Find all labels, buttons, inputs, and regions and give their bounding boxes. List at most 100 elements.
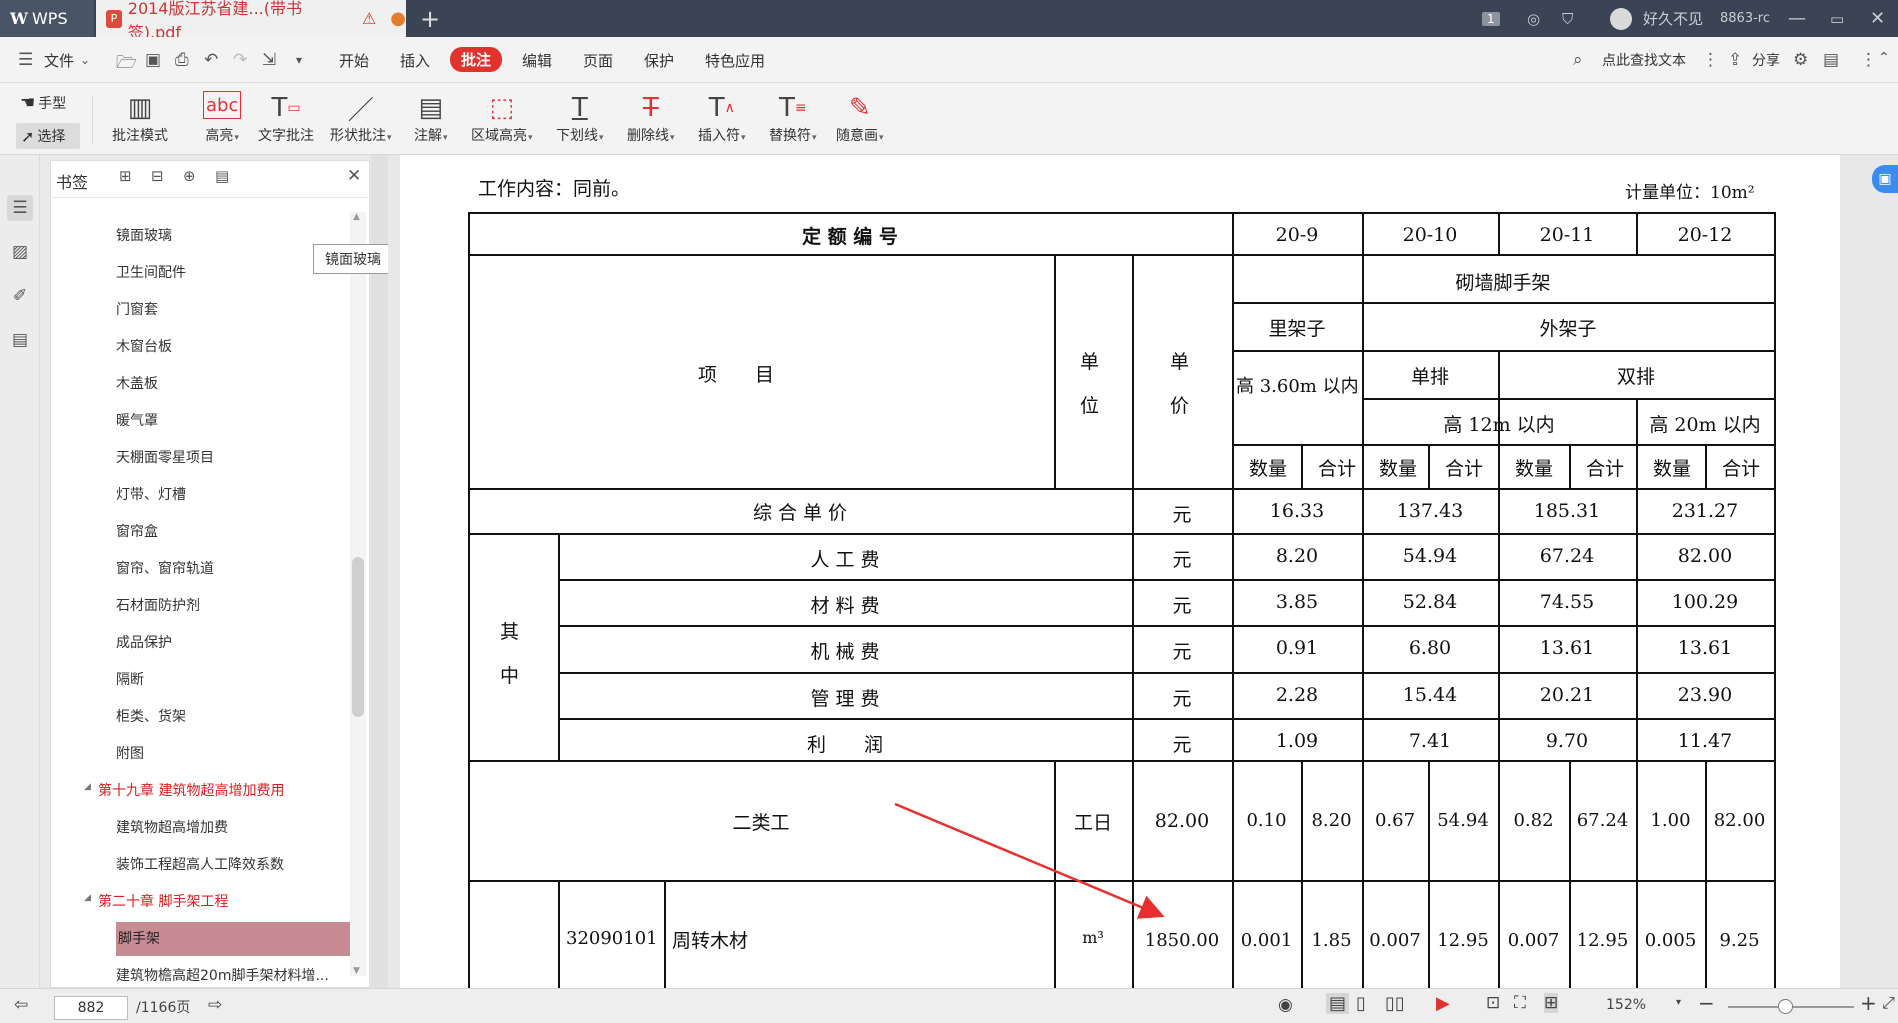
avatar[interactable] xyxy=(1610,0,1632,37)
expand-triangle-icon[interactable]: ◢ xyxy=(84,893,91,903)
menu-annotate[interactable]: 批注 xyxy=(450,47,503,72)
hamburger-icon[interactable]: ☰ xyxy=(18,50,33,70)
bookmark-item[interactable]: 柜类、货架 xyxy=(116,706,186,726)
area-highlight-button[interactable]: ⬚ 区域高亮▾ xyxy=(471,91,533,145)
thumbnail-icon[interactable]: ▨ xyxy=(7,239,33,265)
hand-tool-button[interactable]: ☚ 手型 xyxy=(20,93,66,113)
new-tab-button[interactable]: + xyxy=(420,0,440,37)
freehand-button[interactable]: ✎ 随意画▾ xyxy=(836,91,884,145)
bookmark-item[interactable]: 卫生间配件 xyxy=(116,262,186,282)
bookmark-item[interactable]: 木窗台板 xyxy=(116,336,172,356)
quick-access-dropdown-icon[interactable]: ▾ xyxy=(296,53,302,67)
print-icon[interactable]: ⎙ xyxy=(175,50,189,70)
bookmark-item[interactable]: 门窗套 xyxy=(116,299,158,319)
restore-icon[interactable]: ▭ xyxy=(1830,0,1844,37)
bookmark-item[interactable]: 装饰工程超高人工降效系数 xyxy=(116,854,284,874)
annotation-list-icon[interactable]: ✐ xyxy=(7,283,33,309)
floating-tool-icon[interactable]: ▣ xyxy=(1872,165,1898,193)
menu-page[interactable]: 页面 xyxy=(583,50,613,71)
user-name[interactable]: 好久不见 xyxy=(1643,0,1703,37)
collapse-ribbon-icon[interactable]: ⌃ xyxy=(1878,50,1890,66)
bookmark-item[interactable]: 石材面防护剂 xyxy=(116,595,200,615)
fullscreen-icon[interactable]: ⤢ xyxy=(1882,993,1895,1013)
panel-splitter[interactable] xyxy=(371,155,388,988)
bookmark-item[interactable]: 建筑物檐高超20m脚手架材料增... xyxy=(116,965,329,985)
zoom-out-icon[interactable]: − xyxy=(1698,991,1715,1015)
zoom-slider-thumb[interactable] xyxy=(1778,999,1793,1014)
menu-start[interactable]: 开始 xyxy=(339,50,369,71)
bookmark-item[interactable]: 窗帘、窗帘轨道 xyxy=(116,558,214,578)
open-folder-icon[interactable]: 🗁 xyxy=(116,50,137,79)
bookmark-item[interactable]: 镜面玻璃 xyxy=(116,225,172,245)
actual-size-icon[interactable]: ⊡ xyxy=(1486,993,1500,1013)
continuous-view-icon[interactable]: ▤ xyxy=(1326,993,1350,1014)
select-tool-button[interactable]: ➚ 选择 xyxy=(16,123,80,149)
shape-annotation-button[interactable]: ／形状批注▾ xyxy=(330,91,392,145)
strikethrough-button[interactable]: T 删除线▾ xyxy=(627,91,675,145)
close-panel-icon[interactable]: ✕ xyxy=(347,166,361,186)
bookmark-item[interactable]: 天棚面零星项目 xyxy=(116,447,214,467)
comment-list-icon[interactable]: ▤ xyxy=(7,327,33,353)
text-annotation-button[interactable]: T ▭ 文字批注 xyxy=(258,91,314,145)
bookmark-item[interactable]: 附图 xyxy=(116,743,144,763)
scroll-down-icon[interactable]: ▼ xyxy=(353,966,360,976)
replace-mark-button[interactable]: T ≡ 替换符▾ xyxy=(769,91,817,145)
note-button[interactable]: ▤ 注解▾ xyxy=(414,91,448,145)
more-vertical-icon[interactable]: ⋮ xyxy=(1860,50,1877,70)
bookmark-panel-icon[interactable]: ☰ xyxy=(7,195,33,221)
file-menu[interactable]: 文件 xyxy=(44,50,74,71)
highlight-button[interactable]: abc 高亮▾ xyxy=(203,91,242,145)
insert-mark-button[interactable]: T ∧ 插入符▾ xyxy=(698,91,746,145)
close-icon[interactable]: ✕ xyxy=(1870,0,1885,37)
settings-icon[interactable]: ⚙ xyxy=(1793,50,1808,70)
fit-width-icon[interactable]: ⊞ xyxy=(1544,993,1559,1013)
bookmark-chapter[interactable]: 第十九章 建筑物超高增加费用 xyxy=(98,780,284,800)
bookmark-item[interactable]: 脚手架 xyxy=(116,922,350,956)
bookmark-item[interactable]: 暖气罩 xyxy=(116,410,158,430)
menu-special[interactable]: 特色应用 xyxy=(705,50,765,71)
prev-page-icon[interactable]: ⇦ xyxy=(14,995,28,1015)
wps-home-tab[interactable]: W WPS xyxy=(0,0,94,37)
double-page-icon[interactable]: ▯▯ xyxy=(1385,993,1405,1014)
bookmark-chapter[interactable]: 第二十章 脚手架工程 xyxy=(98,891,228,911)
collapse-all-icon[interactable]: ⊟ xyxy=(151,167,164,185)
eye-protect-icon[interactable]: ◉ xyxy=(1278,995,1293,1015)
scroll-up-icon[interactable]: ▲ xyxy=(353,212,360,222)
bookmark-scroll-thumb[interactable] xyxy=(352,557,364,717)
document-tab[interactable]: P 2014版江苏省建...(带书签).pdf ⚠ ● xyxy=(96,0,406,42)
share-icon[interactable]: ⇪ xyxy=(1728,50,1742,70)
share-button[interactable]: 分享 xyxy=(1752,50,1780,70)
search-icon[interactable]: ⌕ xyxy=(1573,50,1583,70)
redo-icon[interactable]: ↷ xyxy=(233,50,247,70)
bookmark-item[interactable]: 成品保护 xyxy=(116,632,172,652)
menu-insert[interactable]: 插入 xyxy=(400,50,430,71)
skin-icon[interactable]: ⛉ xyxy=(1562,0,1573,37)
bookmark-list-icon[interactable]: ▤ xyxy=(215,167,229,185)
page-count-badge[interactable]: 1 xyxy=(1482,0,1500,37)
page-number-input[interactable]: 882 xyxy=(54,996,128,1020)
find-text-button[interactable]: 点此查找文本 xyxy=(1602,50,1686,70)
add-bookmark-icon[interactable]: ⊕ xyxy=(183,167,196,185)
sync-icon[interactable]: ◎ xyxy=(1527,0,1540,37)
annotate-mode-button[interactable]: ▥ 批注模式 xyxy=(112,91,168,145)
bookmark-item[interactable]: 窗帘盒 xyxy=(116,521,158,541)
single-page-icon[interactable]: ▯ xyxy=(1356,993,1366,1014)
minimize-icon[interactable]: — xyxy=(1788,0,1806,37)
bookmark-item[interactable]: 木盖板 xyxy=(116,373,158,393)
bookmark-item[interactable]: 隔断 xyxy=(116,669,144,689)
menu-edit[interactable]: 编辑 xyxy=(522,50,552,71)
expand-triangle-icon[interactable]: ◢ xyxy=(84,782,91,792)
bookmark-item[interactable]: 建筑物超高增加费 xyxy=(116,817,228,837)
chevron-down-icon[interactable]: ⌄ xyxy=(80,53,90,67)
zoom-dropdown-icon[interactable]: ▾ xyxy=(1676,997,1681,1008)
save-icon[interactable]: ▣ xyxy=(145,50,161,70)
comment-icon[interactable]: ▤ xyxy=(1823,50,1839,70)
undo-icon[interactable]: ↶ xyxy=(204,50,218,70)
play-icon[interactable]: ▶ xyxy=(1436,993,1450,1014)
zoom-in-icon[interactable]: + xyxy=(1860,991,1877,1015)
fit-page-icon[interactable]: ⛶ xyxy=(1514,993,1526,1013)
more-vertical-icon[interactable]: ⋮ xyxy=(1702,50,1719,70)
expand-all-icon[interactable]: ⊞ xyxy=(119,167,132,185)
zoom-level[interactable]: 152% xyxy=(1606,997,1646,1013)
export-icon[interactable]: ⇲ xyxy=(262,50,276,70)
